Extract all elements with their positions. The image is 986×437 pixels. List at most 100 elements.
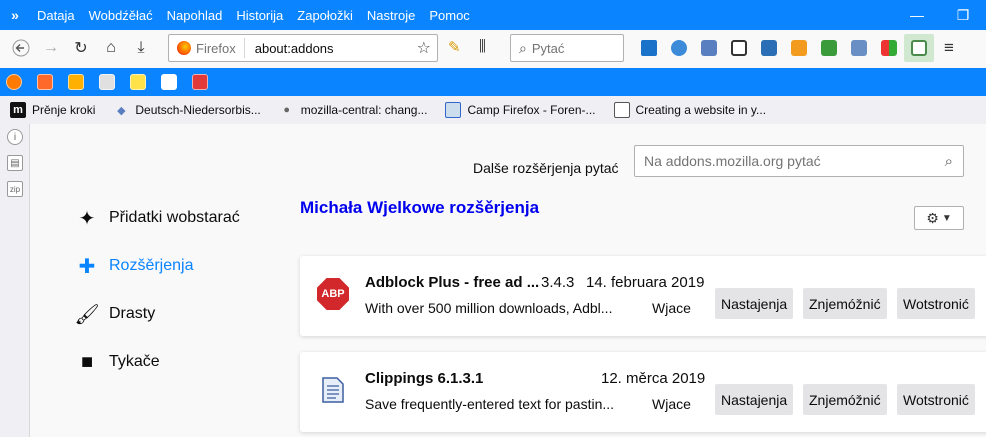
remove-button[interactable]: Wotstronić <box>897 288 975 319</box>
more-link[interactable]: Wjace <box>652 396 691 412</box>
minimize-icon[interactable]: — <box>894 7 940 23</box>
grid-ext-icon[interactable] <box>99 74 115 90</box>
category-label: Přidatki wobstarać <box>109 209 240 226</box>
addon-date: 14. februara 2019 <box>586 274 705 291</box>
menu-help[interactable]: Pomoc <box>422 8 476 23</box>
abp-icon: ABP <box>317 278 349 310</box>
disable-button[interactable]: Znjemóžnić <box>803 288 887 319</box>
gear-icon: ⚙ <box>926 209 939 226</box>
category-plugins[interactable]: ■ Tykače <box>75 350 160 374</box>
cs-ext-icon[interactable] <box>161 74 177 90</box>
menu-history[interactable]: Historija <box>229 8 290 23</box>
remove-button[interactable]: Wotstronić <box>897 384 975 415</box>
green-ext-icon[interactable] <box>814 34 844 62</box>
preferences-button[interactable]: Nastajenja <box>715 384 794 415</box>
zip-icon[interactable]: zip <box>7 181 23 197</box>
bookmark-item[interactable]: Creating a website in y... <box>613 102 767 118</box>
find-more-label: Dalše rozšěrjenja pytać <box>473 160 619 176</box>
firefox-strip-icon[interactable] <box>6 74 22 90</box>
info-icon[interactable]: i <box>7 129 23 145</box>
sidebar-toggle-icon[interactable] <box>904 34 934 62</box>
star-ext-icon[interactable] <box>130 74 146 90</box>
chart-ext-icon[interactable] <box>844 34 874 62</box>
amo-search-placeholder: Na addons.mozilla.org pytać <box>644 153 821 169</box>
color-ext-icon[interactable] <box>874 34 904 62</box>
disable-button[interactable]: Znjemóžnić <box>803 384 887 415</box>
m-icon: m <box>10 102 26 118</box>
puzzle-icon: ◆ <box>117 104 126 117</box>
menu-bookmarks[interactable]: Zapołožki <box>290 8 360 23</box>
bookmark-label: Creating a website in y... <box>635 103 767 117</box>
identity-box[interactable]: Firefox <box>169 38 245 58</box>
page-info-icon[interactable]: ▤ <box>7 155 23 171</box>
menu-bar: » Dataja Wobdźěłać Napohlad Historija Za… <box>0 0 986 30</box>
bookmark-item[interactable]: m Prěnje kroki <box>10 102 95 118</box>
search-icon: ⌕ <box>519 39 527 56</box>
addon-date: 12. měrca 2019 <box>601 370 706 387</box>
bookmark-item[interactable]: ● mozilla-central: chang... <box>279 102 427 118</box>
restore-icon[interactable]: ❐ <box>940 7 986 24</box>
extension-strip <box>0 68 986 96</box>
calendar-ext-icon[interactable] <box>192 74 208 90</box>
puzzle-icon: ✚ <box>78 255 96 278</box>
navigation-toolbar: → ↻ ⌂ ⤓ Firefox about:addons ☆ ✎ ⫼ ⌕ Pyt… <box>0 30 986 66</box>
rss-icon[interactable] <box>784 34 814 62</box>
category-extensions[interactable]: ✚ Rozšěrjenja <box>75 254 194 278</box>
mercurial-icon: ● <box>283 104 291 116</box>
addon-name: Clippings 6.1.3.1 <box>365 370 484 387</box>
url-bar[interactable]: Firefox about:addons ☆ <box>168 34 438 62</box>
page-icon <box>613 102 630 118</box>
menu-tools[interactable]: Nastroje <box>360 8 422 23</box>
download-icon[interactable]: ⤓ <box>126 34 156 62</box>
menu-file[interactable]: Dataja <box>30 8 82 23</box>
sparkle-icon: ✦ <box>78 207 96 230</box>
addon-description: Save frequently-entered text for pastin.… <box>365 396 615 412</box>
bookmark-label: Camp Firefox - Foren-... <box>467 103 596 117</box>
bookmark-item[interactable]: Camp Firefox - Foren-... <box>445 102 596 118</box>
back-icon[interactable] <box>6 34 36 62</box>
q-ext-icon[interactable] <box>68 74 84 90</box>
orange-ext-icon[interactable] <box>37 74 53 90</box>
firefox-icon <box>177 41 191 55</box>
overflow-chevron-icon[interactable]: » <box>0 7 30 23</box>
more-link[interactable]: Wjace <box>652 300 691 316</box>
bookmark-star-icon[interactable]: ☆ <box>417 38 437 58</box>
addon-card-clippings[interactable]: Clippings 6.1.3.1 12. měrca 2019 Save fr… <box>300 352 986 432</box>
addon-name: Adblock Plus - free ad ... <box>365 274 540 291</box>
addons-manager: Dalše rozšěrjenja pytać Na addons.mozill… <box>31 124 986 437</box>
category-label: Rozšěrjenja <box>109 257 194 274</box>
preferences-button[interactable]: Nastajenja <box>715 288 794 319</box>
category-label: Drasty <box>109 305 156 322</box>
menu-edit[interactable]: Wobdźěłać <box>82 8 160 23</box>
bookmark-item[interactable]: ◆ Deutsch-Niedersorbis... <box>113 102 261 118</box>
sync-icon[interactable] <box>664 34 694 62</box>
url-text[interactable]: about:addons <box>245 41 334 56</box>
page-title: Michała Wjelkowe rozšěrjenja <box>300 198 540 217</box>
library-icon[interactable]: ⫼ <box>479 38 486 55</box>
forward-icon[interactable]: → <box>36 34 66 62</box>
forum-icon <box>445 102 462 118</box>
category-label: Tykače <box>109 353 160 370</box>
plugin-icon: ■ <box>80 350 94 373</box>
clippings-toolbar-icon[interactable] <box>694 34 724 62</box>
category-themes[interactable]: 🖌 Drasty <box>74 302 156 326</box>
reader-icon[interactable] <box>724 34 754 62</box>
category-get-addons[interactable]: ✦ Přidatki wobstarać <box>75 206 240 230</box>
menu-view[interactable]: Napohlad <box>160 8 230 23</box>
home-icon[interactable]: ⌂ <box>96 34 126 62</box>
chevron-down-icon: ▼ <box>941 212 952 224</box>
tools-menu-button[interactable]: ⚙ ▼ <box>914 206 964 230</box>
edit-page-icon[interactable]: ✎ <box>448 38 461 56</box>
search-placeholder: Pytać <box>531 40 565 56</box>
addon-card-adblock[interactable]: ABP Adblock Plus - free ad ... 3.4.3 14.… <box>300 256 986 336</box>
addons-puzzle-icon[interactable] <box>634 34 664 62</box>
reload-icon[interactable]: ↻ <box>66 34 96 62</box>
bookmarks-toolbar: m Prěnje kroki ◆ Deutsch-Niedersorbis...… <box>0 96 986 124</box>
brush-icon: 🖌 <box>74 303 100 326</box>
sidebar-strip: i ▤ zip <box>0 124 30 437</box>
screenshot-icon[interactable] <box>754 34 784 62</box>
clippings-icon <box>317 374 349 406</box>
search-bar[interactable]: ⌕ Pytać <box>510 34 624 62</box>
amo-search-input[interactable]: Na addons.mozilla.org pytać ⌕ <box>634 145 964 177</box>
hamburger-menu-icon[interactable]: ≡ <box>934 34 964 62</box>
